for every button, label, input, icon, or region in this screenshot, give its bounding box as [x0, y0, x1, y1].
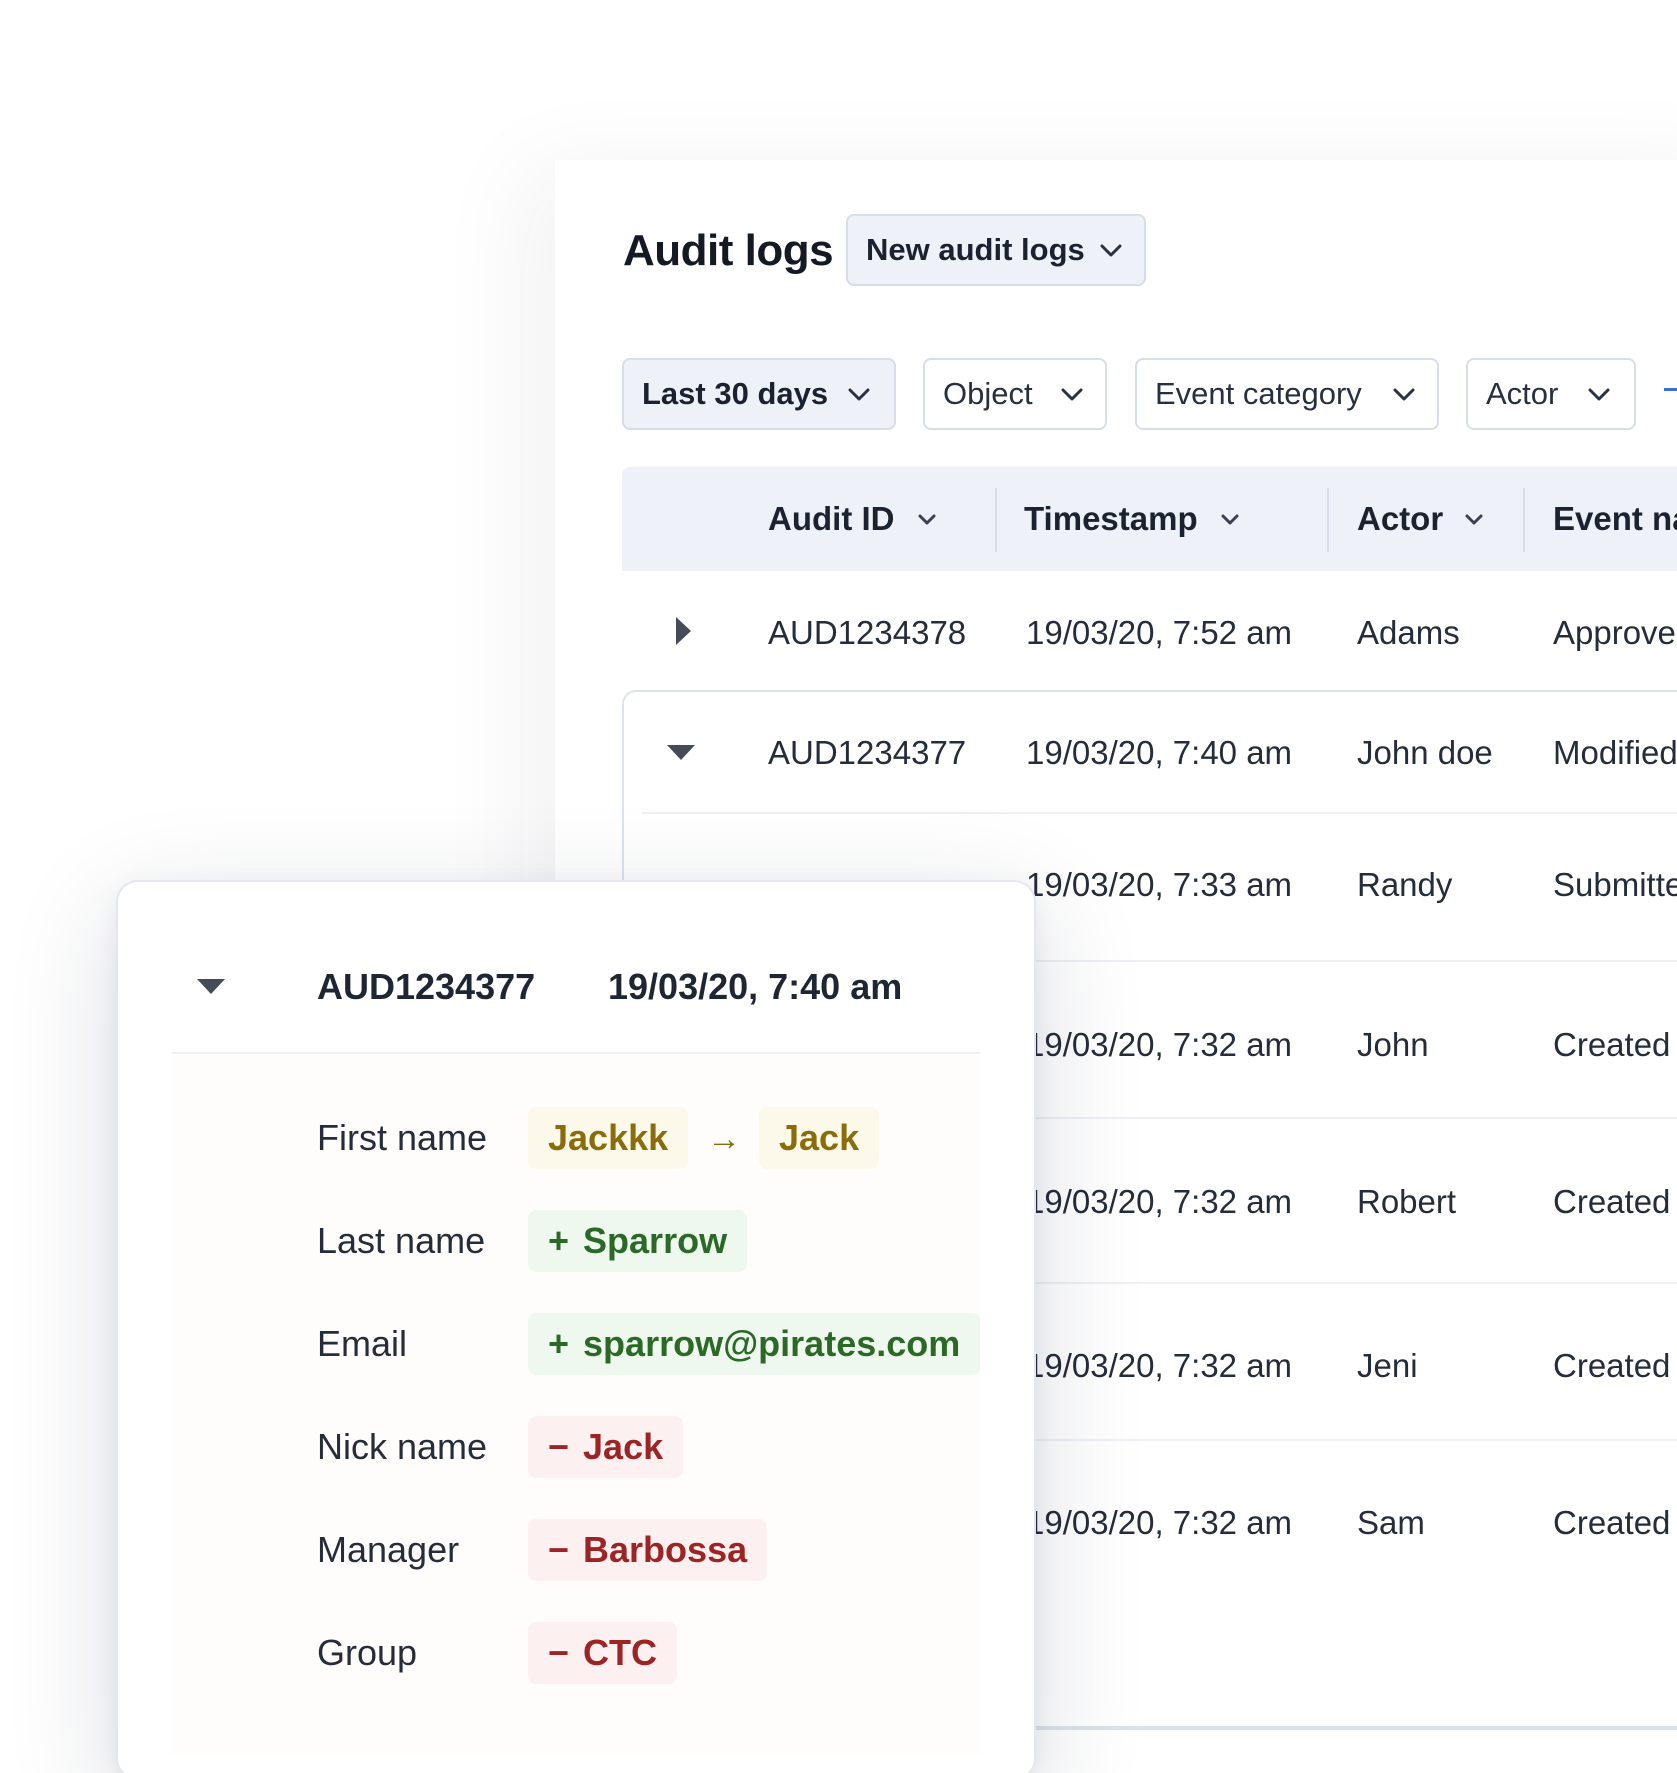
field-label-manager: Manager	[317, 1529, 460, 1570]
minus-icon: −	[548, 1632, 570, 1673]
chevron-down-icon	[1393, 388, 1415, 402]
removed-value: Barbossa	[583, 1529, 748, 1570]
timestamp-cell: 19/03/20, 7:32 am	[1026, 1347, 1293, 1384]
sort-chevron-icon[interactable]	[1463, 513, 1485, 527]
event-cell: Submitte	[1553, 866, 1677, 903]
table-bottom-border	[1030, 1726, 1677, 1728]
event-cell: Created	[1553, 1504, 1671, 1541]
timestamp-cell: 19/03/20, 7:40 am	[1026, 734, 1293, 771]
actor-cell: John	[1357, 1026, 1429, 1063]
detail-divider	[172, 1052, 980, 1054]
audit-log-version-dropdown[interactable]: New audit logs	[846, 214, 1146, 286]
field-label-first-name: First name	[317, 1117, 488, 1158]
column-divider[interactable]	[1327, 488, 1329, 552]
new-value: Jack	[779, 1117, 860, 1158]
added-value-chip: + Sparrow	[528, 1210, 748, 1272]
column-divider[interactable]	[995, 488, 997, 552]
column-header-label: Actor	[1357, 500, 1444, 537]
page-title: Audit logs	[623, 226, 834, 275]
removed-value-chip: − Barbossa	[528, 1519, 768, 1581]
actor-cell: Robert	[1357, 1183, 1457, 1220]
filter-object[interactable]: Object	[923, 358, 1107, 430]
expand-row-icon[interactable]	[676, 617, 691, 645]
chevron-down-icon	[848, 388, 870, 402]
detail-audit-id: AUD1234377	[317, 966, 536, 1007]
timestamp-cell: 19/03/20, 7:32 am	[1026, 1026, 1293, 1063]
column-header-actor[interactable]: Actor	[1357, 500, 1443, 538]
timestamp-cell: 19/03/20, 7:32 am	[1026, 1504, 1293, 1541]
event-cell: Created	[1553, 1026, 1671, 1063]
minus-icon: −	[548, 1529, 570, 1570]
removed-value-chip: − CTC	[528, 1622, 678, 1684]
removed-value: CTC	[583, 1632, 658, 1673]
sort-chevron-icon[interactable]	[1219, 513, 1241, 527]
event-cell: Created	[1553, 1347, 1671, 1384]
timestamp-cell: 19/03/20, 7:32 am	[1026, 1183, 1293, 1220]
audit-id-cell: AUD1234377	[768, 734, 967, 771]
filter-actor[interactable]: Actor	[1466, 358, 1636, 430]
new-value-chip: Jack	[759, 1107, 880, 1169]
filter-event-category[interactable]: Event category	[1135, 358, 1439, 430]
added-value: Sparrow	[583, 1220, 728, 1261]
column-header-audit-id[interactable]: Audit ID	[768, 500, 894, 538]
timestamp-cell: 19/03/20, 7:33 am	[1026, 866, 1293, 903]
old-value: Jackkk	[548, 1117, 669, 1158]
row-divider	[642, 812, 1677, 814]
field-label-email: Email	[317, 1323, 408, 1364]
column-header-label: Audit ID	[768, 500, 895, 537]
row-divider	[1030, 1117, 1677, 1119]
chevron-down-icon	[1588, 388, 1610, 402]
removed-value: Jack	[583, 1426, 664, 1467]
filter-date-range[interactable]: Last 30 days	[622, 358, 896, 430]
row-divider	[1030, 1282, 1677, 1284]
event-cell: Created	[1553, 1183, 1671, 1220]
added-value: sparrow@pirates.com	[583, 1323, 961, 1364]
detail-timestamp: 19/03/20, 7:40 am	[608, 966, 903, 1007]
arrow-right-icon: →	[707, 1120, 741, 1158]
old-value-chip: Jackkk	[528, 1107, 689, 1169]
event-cell: Approve	[1553, 614, 1676, 651]
audit-id-cell: AUD1234378	[768, 614, 967, 651]
column-header-timestamp[interactable]: Timestamp	[1024, 500, 1198, 538]
field-label-last-name: Last name	[317, 1220, 486, 1261]
actor-cell: John doe	[1357, 734, 1493, 771]
actor-cell: Sam	[1357, 1504, 1425, 1541]
actor-cell: Randy	[1357, 866, 1453, 903]
plus-icon: +	[548, 1220, 570, 1261]
actor-cell: Jeni	[1357, 1347, 1418, 1384]
add-filter-icon[interactable]	[1664, 388, 1677, 391]
column-header-label: Event na	[1553, 500, 1677, 537]
collapse-row-icon[interactable]	[667, 745, 695, 760]
filter-object-label: Object	[943, 376, 1033, 411]
actor-cell: Adams	[1357, 614, 1460, 651]
audit-log-version-label: New audit logs	[866, 232, 1085, 267]
plus-icon: +	[548, 1323, 570, 1364]
chevron-down-icon	[1100, 244, 1122, 258]
chevron-down-icon	[1061, 388, 1083, 402]
collapse-detail-icon[interactable]	[197, 979, 225, 994]
column-header-label: Timestamp	[1024, 500, 1198, 537]
filter-event-category-label: Event category	[1155, 376, 1362, 411]
timestamp-cell: 19/03/20, 7:52 am	[1026, 614, 1293, 651]
field-label-nick-name: Nick name	[317, 1426, 488, 1467]
row-divider	[1030, 960, 1677, 962]
column-divider[interactable]	[1523, 488, 1525, 552]
row-divider	[1030, 1439, 1677, 1441]
sort-chevron-icon[interactable]	[916, 513, 938, 527]
added-value-chip: + sparrow@pirates.com	[528, 1313, 981, 1375]
filter-date-range-label: Last 30 days	[642, 376, 829, 411]
filter-actor-label: Actor	[1486, 376, 1559, 411]
event-cell: Modified	[1553, 734, 1677, 771]
removed-value-chip: − Jack	[528, 1416, 684, 1478]
column-header-event-name[interactable]: Event na	[1553, 500, 1677, 538]
field-label-group: Group	[317, 1632, 418, 1673]
minus-icon: −	[548, 1426, 570, 1467]
